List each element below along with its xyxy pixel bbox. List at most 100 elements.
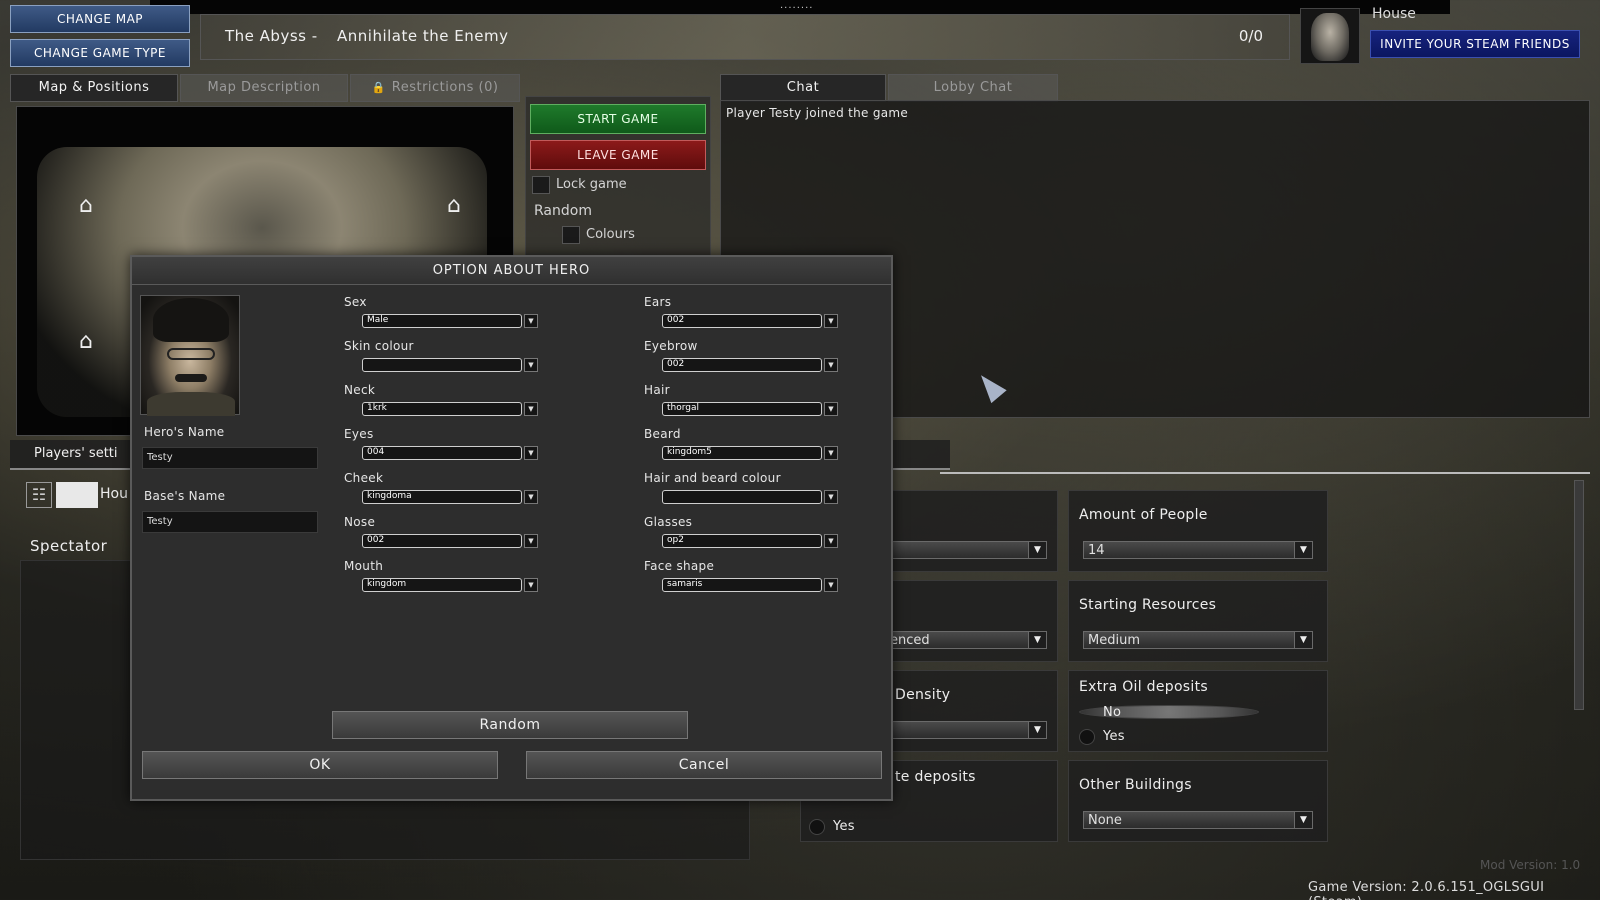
- player-count: 0/0: [1238, 27, 1263, 45]
- eyes-label: Eyes: [344, 427, 374, 441]
- face-shape-value: samaris: [667, 579, 703, 589]
- nose-select[interactable]: 002 ▼: [362, 534, 542, 548]
- lock-icon: 🔒: [371, 81, 386, 94]
- extra-oil-no-label: No: [1103, 705, 1122, 720]
- base-name-label: Base's Name: [144, 489, 226, 503]
- start-position-icon[interactable]: ⌂: [441, 193, 467, 219]
- colours-label: Colours: [586, 227, 635, 242]
- option-box-starting-resources: Starting Resources Medium ▼: [1068, 580, 1328, 662]
- start-position-icon[interactable]: ⌂: [73, 329, 99, 355]
- start-game-button[interactable]: START GAME: [530, 104, 706, 134]
- team-icon[interactable]: ☷: [26, 482, 52, 508]
- ears-label: Ears: [644, 295, 672, 309]
- tab-map-description[interactable]: Map Description: [180, 74, 348, 102]
- mouth-value: kingdom: [367, 579, 407, 589]
- colours-checkbox[interactable]: [562, 226, 580, 244]
- hair-label: Hair: [644, 383, 670, 397]
- chevron-down-icon: ▼: [524, 446, 538, 460]
- extra-oil-yes-radio[interactable]: [1079, 729, 1095, 745]
- shipments-density-dropdown[interactable]: ▼: [881, 721, 1047, 739]
- hero-name-input[interactable]: Testy: [142, 447, 318, 469]
- tab-chat[interactable]: Chat: [720, 74, 886, 102]
- change-map-button[interactable]: CHANGE MAP: [10, 5, 190, 33]
- chevron-down-icon: ▼: [824, 490, 838, 504]
- cancel-button[interactable]: Cancel: [526, 751, 882, 779]
- mouth-select[interactable]: kingdom ▼: [362, 578, 542, 592]
- lock-game-checkbox[interactable]: [532, 176, 550, 194]
- eyebrow-select[interactable]: 002 ▼: [662, 358, 842, 372]
- lock-game-label: Lock game: [556, 177, 627, 192]
- tab-map-positions[interactable]: Map & Positions: [10, 74, 178, 102]
- tab-lobby-chat[interactable]: Lobby Chat: [888, 74, 1058, 102]
- tab-restrictions-label: Restrictions (0): [391, 80, 499, 95]
- hero-portrait: [140, 295, 240, 416]
- deposits-yes-label: Yes: [833, 819, 855, 834]
- game-version: Game Version: 2.0.6.151_OGLSGUI (Steam): [1308, 880, 1545, 900]
- skin-colour-select[interactable]: ▼: [362, 358, 542, 372]
- glasses-label: Glasses: [644, 515, 693, 529]
- chevron-down-icon: ▼: [1028, 632, 1046, 648]
- chevron-down-icon: ▼: [1294, 812, 1312, 828]
- eyes-select[interactable]: 004 ▼: [362, 446, 542, 460]
- extra-oil-label: Extra Oil deposits: [1079, 679, 1208, 695]
- other-buildings-label: Other Buildings: [1079, 777, 1192, 793]
- cheek-label: Cheek: [344, 471, 384, 485]
- base-level-dropdown[interactable]: ▼: [881, 541, 1047, 559]
- map-name: The Abyss -: [225, 27, 318, 45]
- change-game-type-button[interactable]: CHANGE GAME TYPE: [10, 39, 190, 67]
- beard-label: Beard: [644, 427, 681, 441]
- skill-level-value: enced: [890, 633, 930, 648]
- chevron-down-icon: ▼: [524, 314, 538, 328]
- amount-of-people-dropdown[interactable]: 14 ▼: [1083, 541, 1313, 559]
- deposits-label: te deposits: [895, 769, 976, 785]
- sex-label: Sex: [344, 295, 367, 309]
- chevron-down-icon: ▼: [1294, 632, 1312, 648]
- hair-beard-colour-select[interactable]: ▼: [662, 490, 842, 504]
- option-box-other-buildings: Other Buildings None ▼: [1068, 760, 1328, 842]
- chevron-down-icon: ▼: [524, 402, 538, 416]
- ok-button[interactable]: OK: [142, 751, 498, 779]
- starting-resources-dropdown[interactable]: Medium ▼: [1083, 631, 1313, 649]
- deposits-yes-radio[interactable]: [809, 819, 825, 835]
- option-box-amount-of-people: Amount of People 14 ▼: [1068, 490, 1328, 572]
- hair-select[interactable]: thorgal ▼: [662, 402, 842, 416]
- hero-name-value: Testy: [147, 452, 173, 463]
- chevron-down-icon: ▼: [1294, 542, 1312, 558]
- ears-select[interactable]: 002 ▼: [662, 314, 842, 328]
- leave-game-button[interactable]: LEAVE GAME: [530, 140, 706, 170]
- beard-select[interactable]: kingdom5 ▼: [662, 446, 842, 460]
- extra-oil-yes-label: Yes: [1103, 729, 1125, 744]
- base-name-value: Testy: [147, 516, 173, 527]
- glasses-select[interactable]: op2 ▼: [662, 534, 842, 548]
- chevron-down-icon: ▼: [824, 534, 838, 548]
- face-shape-select[interactable]: samaris ▼: [662, 578, 842, 592]
- options-scrollbar[interactable]: [1574, 480, 1584, 710]
- shipments-density-label: Density: [895, 687, 951, 703]
- other-buildings-dropdown[interactable]: None ▼: [1083, 811, 1313, 829]
- chevron-down-icon: ▼: [824, 358, 838, 372]
- chevron-down-icon: ▼: [524, 534, 538, 548]
- chevron-down-icon: ▼: [824, 578, 838, 592]
- eyebrow-value: 002: [667, 359, 685, 369]
- tab-restrictions[interactable]: 🔒 Restrictions (0): [350, 74, 520, 102]
- hero-name-label: Hero's Name: [144, 425, 225, 439]
- base-name-input[interactable]: Testy: [142, 511, 318, 533]
- mod-version: Mod Version: 1.0: [1480, 858, 1581, 872]
- cheek-value: kingdoma: [367, 491, 412, 501]
- sex-select[interactable]: Male ▼: [362, 314, 542, 328]
- start-position-icon[interactable]: ⌂: [73, 193, 99, 219]
- game-title-bar: The Abyss - Annihilate the Enemy 0/0: [200, 14, 1290, 60]
- sex-value: Male: [367, 315, 389, 325]
- spectator-label: Spectator: [30, 537, 108, 555]
- chat-message: Player Testy joined the game: [726, 106, 909, 120]
- random-button[interactable]: Random: [332, 711, 688, 739]
- other-buildings-value: None: [1088, 813, 1122, 828]
- neck-select[interactable]: 1krk ▼: [362, 402, 542, 416]
- face-shape-label: Face shape: [644, 559, 715, 573]
- chevron-down-icon: ▼: [524, 578, 538, 592]
- invite-steam-friends-button[interactable]: INVITE YOUR STEAM FRIENDS: [1370, 30, 1580, 58]
- chevron-down-icon: ▼: [524, 490, 538, 504]
- top-dots: ........: [780, 0, 814, 11]
- eyes-value: 004: [367, 447, 385, 457]
- cheek-select[interactable]: kingdoma ▼: [362, 490, 542, 504]
